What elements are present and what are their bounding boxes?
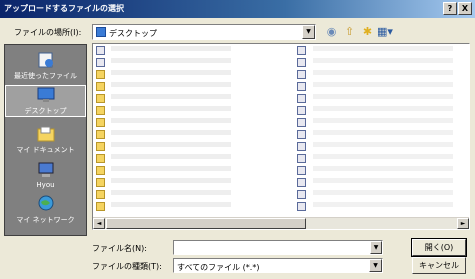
dialog-title: アップロードするファイルの選択 <box>4 4 124 13</box>
place-my-network[interactable]: マイ ネットワーク <box>5 195 86 225</box>
my-documents-icon <box>36 125 56 143</box>
folder-icon[interactable] <box>96 82 105 91</box>
new-folder-icon[interactable]: ✱ <box>361 25 374 38</box>
view-menu-icon[interactable]: ▦▾ <box>376 25 394 38</box>
file-type-dropdown[interactable]: すべてのファイル (*.*) ▼ <box>173 258 383 273</box>
folder-icon[interactable] <box>96 70 105 79</box>
place-label: デスクトップ <box>24 107 67 115</box>
file-icon[interactable] <box>297 166 306 175</box>
look-in-value: デスクトップ <box>109 29 157 38</box>
desktop-icon <box>36 86 56 104</box>
up-folder-icon[interactable]: ⇧ <box>343 25 356 38</box>
blurred-file-names <box>111 46 231 214</box>
look-in-dropdown[interactable]: デスクトップ ▼ <box>92 24 316 40</box>
file-icon[interactable] <box>297 142 306 151</box>
cancel-button[interactable]: キャンセル <box>412 257 466 274</box>
chevron-down-icon[interactable]: ▼ <box>369 259 382 272</box>
folder-icon[interactable] <box>96 166 105 175</box>
file-icon[interactable] <box>297 118 306 127</box>
file-icon[interactable] <box>297 106 306 115</box>
file-icon[interactable] <box>297 130 306 139</box>
place-label: 最近使ったファイル <box>14 72 77 80</box>
file-icon[interactable] <box>297 190 306 199</box>
folder-icon[interactable] <box>96 178 105 187</box>
chevron-down-icon[interactable]: ▼ <box>302 25 315 39</box>
file-icon[interactable] <box>297 58 306 67</box>
file-icon[interactable] <box>297 202 306 211</box>
file-icon[interactable] <box>297 178 306 187</box>
my-network-icon <box>36 195 56 213</box>
places-bar: 最近使ったファイル デスクトップ マイ ドキュメント Hyou マイ ネットワー… <box>4 44 87 236</box>
file-name-input[interactable]: ▼ <box>173 240 383 255</box>
file-icon[interactable] <box>96 58 105 67</box>
folder-icon[interactable] <box>96 142 105 151</box>
folder-icon[interactable] <box>96 154 105 163</box>
folder-icon[interactable] <box>96 106 105 115</box>
file-icon-column <box>297 46 309 214</box>
file-type-label: ファイルの種類(T): <box>92 262 162 271</box>
scroll-thumb[interactable] <box>106 218 306 229</box>
scroll-right-icon[interactable]: ► <box>457 218 469 229</box>
file-icon[interactable] <box>297 46 306 55</box>
folder-icon[interactable] <box>96 94 105 103</box>
file-icon[interactable] <box>297 70 306 79</box>
look-in-label: ファイルの場所(I): <box>14 28 82 37</box>
recent-files-icon <box>36 51 56 69</box>
file-icon[interactable] <box>297 94 306 103</box>
file-icon[interactable] <box>96 46 105 55</box>
place-label: マイ ネットワーク <box>16 216 75 224</box>
file-icon[interactable] <box>297 154 306 163</box>
file-type-value: すべてのファイル (*.*) <box>177 263 260 272</box>
scroll-left-icon[interactable]: ◄ <box>93 218 105 229</box>
blurred-file-names <box>313 46 453 214</box>
file-name-label: ファイル名(N): <box>92 244 147 253</box>
back-icon[interactable]: ◉ <box>325 25 338 38</box>
folder-icon[interactable] <box>96 130 105 139</box>
chevron-down-icon[interactable]: ▼ <box>370 241 382 254</box>
title-bar: アップロードするファイルの選択 ? X <box>0 0 475 18</box>
place-desktop[interactable]: デスクトップ <box>5 85 86 117</box>
file-list[interactable]: ◄ ► <box>92 43 470 230</box>
help-button[interactable]: ? <box>443 2 457 15</box>
folder-icon[interactable] <box>96 190 105 199</box>
horizontal-scrollbar[interactable]: ◄ ► <box>93 217 469 229</box>
desktop-icon <box>96 27 106 37</box>
place-label: マイ ドキュメント <box>16 146 75 154</box>
place-recent[interactable]: 最近使ったファイル <box>5 51 86 81</box>
user-computer-icon <box>36 161 56 179</box>
folder-icon[interactable] <box>96 202 105 211</box>
place-label: Hyou <box>36 181 55 189</box>
open-button[interactable]: 開く(O) <box>411 238 467 257</box>
place-my-documents[interactable]: マイ ドキュメント <box>5 125 86 155</box>
file-icon-column <box>96 46 108 214</box>
file-icon[interactable] <box>297 82 306 91</box>
close-button[interactable]: X <box>458 2 472 15</box>
folder-icon[interactable] <box>96 118 105 127</box>
place-hyou[interactable]: Hyou <box>5 161 86 189</box>
